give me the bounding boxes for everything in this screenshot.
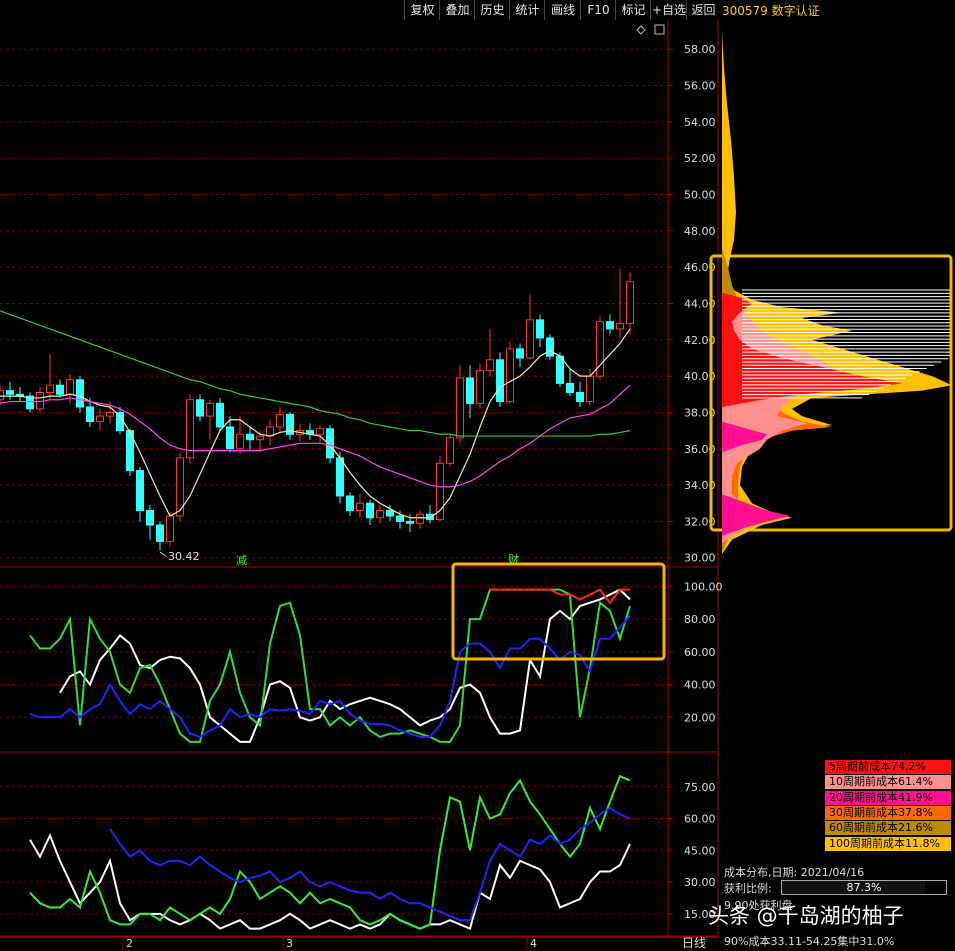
candle-body bbox=[226, 426, 234, 450]
y-tick-label: 20.00 bbox=[684, 711, 716, 724]
watermark: 头条 @千岛湖的柚子 bbox=[708, 904, 904, 928]
low-annotation-arrow bbox=[159, 551, 167, 557]
candle-body bbox=[66, 379, 74, 395]
candle-body bbox=[86, 406, 94, 423]
candle-body bbox=[276, 413, 284, 428]
candle-body bbox=[356, 502, 364, 512]
profit-bar: 87.3% bbox=[781, 880, 947, 895]
period-label[interactable]: 日线 bbox=[682, 934, 706, 951]
y-tick-label: 60.00 bbox=[684, 813, 716, 826]
candle-body bbox=[206, 402, 214, 417]
candle-body bbox=[136, 470, 144, 512]
candle-body bbox=[616, 322, 624, 330]
candle-body bbox=[506, 348, 514, 403]
candle-body bbox=[466, 377, 474, 404]
cost-legend-item: 5周期前成本74.2% bbox=[825, 760, 951, 774]
window-icon bbox=[654, 24, 665, 35]
profit-label: 获利比例: bbox=[724, 882, 772, 895]
candle-body bbox=[346, 495, 354, 512]
low-annotation: 30.42 bbox=[168, 550, 200, 563]
candle-body bbox=[106, 411, 114, 417]
y-tick-label: 80.00 bbox=[684, 613, 716, 626]
y-tick-label: 75.00 bbox=[684, 781, 716, 794]
candle-body bbox=[606, 321, 614, 330]
cost-legend-item: 10周期前成本61.4% bbox=[825, 775, 951, 790]
candle-body bbox=[516, 348, 524, 359]
candle-body bbox=[406, 520, 414, 524]
indicator-line bbox=[109, 806, 631, 922]
candle-body bbox=[376, 510, 384, 519]
candle-body bbox=[46, 384, 54, 393]
cost-legend-item: 60周期前成本21.6% bbox=[825, 821, 951, 836]
candle-body bbox=[396, 515, 404, 522]
candle-body bbox=[536, 319, 544, 339]
candle-body bbox=[6, 390, 14, 395]
candle-body bbox=[586, 375, 594, 403]
candle-body bbox=[336, 457, 344, 497]
profit-value: 87.3% bbox=[846, 881, 882, 894]
candle-body bbox=[576, 391, 584, 403]
candle-body bbox=[156, 524, 164, 542]
x-tick-label: 3 bbox=[286, 937, 293, 950]
candle-body bbox=[166, 515, 174, 542]
candle-body bbox=[216, 402, 224, 428]
candle-body bbox=[196, 399, 204, 417]
y-tick-label: 45.00 bbox=[684, 844, 716, 857]
candle-body bbox=[96, 415, 104, 423]
candle-body bbox=[426, 513, 434, 521]
candle-body bbox=[526, 319, 534, 359]
candle-body bbox=[56, 384, 64, 395]
cost-profile-100 bbox=[722, 31, 952, 555]
x-tick-label: 4 bbox=[530, 937, 537, 950]
indicator-line bbox=[490, 588, 630, 605]
concentration-label: 90%成本33.11-54.25集中31.0% bbox=[724, 935, 895, 948]
candle-body bbox=[76, 379, 84, 408]
y-tick-label: 56.00 bbox=[684, 80, 716, 93]
cost-date-label: 成本分布,日期: 2021/04/16 bbox=[724, 866, 865, 879]
y-tick-label: 60.00 bbox=[684, 646, 716, 659]
candle-body bbox=[0, 390, 4, 401]
indicator-line bbox=[29, 588, 631, 743]
candle-body bbox=[256, 435, 264, 441]
y-tick-label: 58.00 bbox=[684, 43, 716, 56]
candle-body bbox=[116, 411, 124, 432]
y-tick-label: 30.00 bbox=[684, 552, 716, 565]
y-tick-label: 30.00 bbox=[684, 876, 716, 889]
candle-body bbox=[476, 370, 484, 404]
candle-body bbox=[626, 281, 634, 324]
event-marker: 减 bbox=[236, 554, 247, 567]
candle-body bbox=[386, 510, 394, 517]
candle-body bbox=[146, 510, 154, 526]
candle-body bbox=[416, 513, 424, 524]
candle-body bbox=[456, 377, 464, 439]
chart-canvas: 30.0032.0034.0036.0038.0040.0042.0044.00… bbox=[0, 20, 953, 950]
candle-body bbox=[546, 337, 554, 357]
y-tick-label: 48.00 bbox=[684, 225, 716, 238]
moving-average-line bbox=[0, 328, 631, 519]
x-tick-label: 2 bbox=[126, 937, 133, 950]
candle-body bbox=[246, 433, 254, 441]
candle-body bbox=[446, 437, 454, 464]
y-tick-label: 100.00 bbox=[684, 580, 723, 593]
candle-body bbox=[496, 359, 504, 403]
candle-body bbox=[486, 359, 494, 372]
candle-body bbox=[316, 428, 324, 435]
candle-body bbox=[186, 399, 194, 459]
y-tick-label: 50.00 bbox=[684, 189, 716, 202]
y-tick-label: 40.00 bbox=[684, 679, 716, 692]
diamond-icon bbox=[636, 25, 646, 35]
y-tick-label: 54.00 bbox=[684, 116, 716, 129]
y-tick-label: 52.00 bbox=[684, 152, 716, 165]
candle-body bbox=[556, 355, 564, 384]
indicator-line bbox=[29, 774, 631, 930]
moving-average-line bbox=[0, 310, 631, 437]
cost-legend-item: 100周期前成本11.8% bbox=[825, 836, 951, 851]
cost-legend-item: 30周期前成本37.8% bbox=[825, 805, 951, 820]
candle-body bbox=[566, 382, 574, 393]
candle-body bbox=[236, 433, 244, 450]
cost-legend-item: 20周期前成本41.9% bbox=[825, 790, 951, 805]
candle-body bbox=[366, 502, 374, 519]
